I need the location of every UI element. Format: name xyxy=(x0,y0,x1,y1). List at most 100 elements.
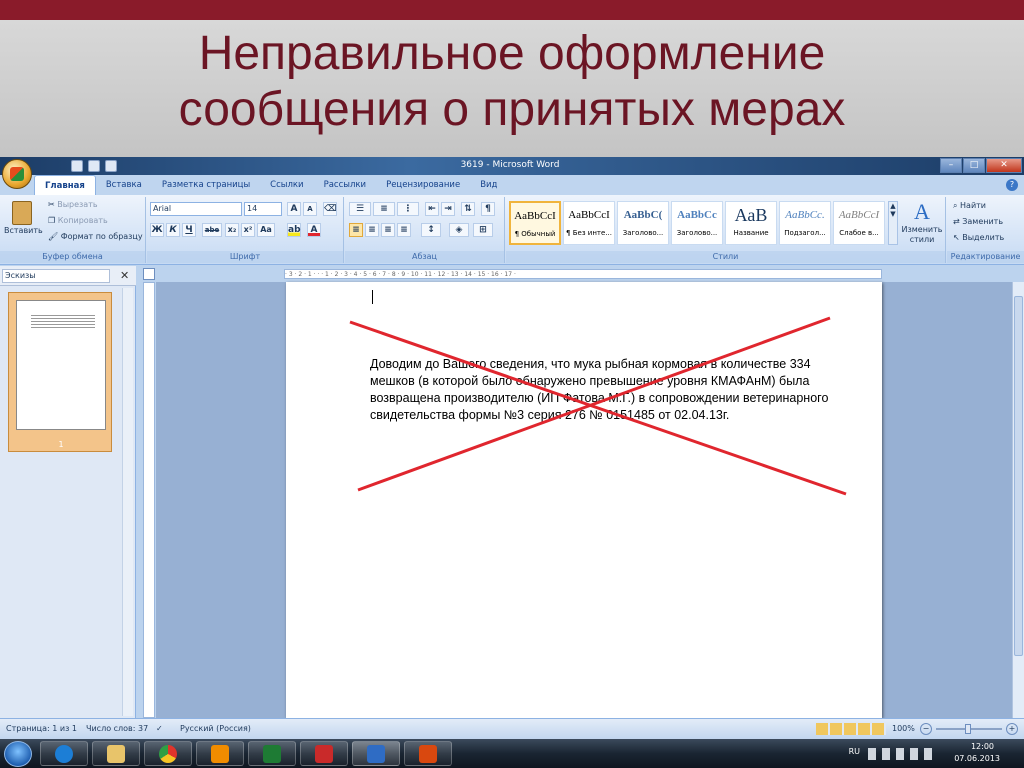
window-title: 3619 - Microsoft Word xyxy=(460,160,560,170)
media-player-icon xyxy=(211,744,229,763)
grow-font-icon[interactable]: A xyxy=(287,202,301,216)
zoom-level[interactable]: 100% xyxy=(892,719,915,739)
clear-format-icon[interactable]: ⌫ xyxy=(323,202,337,216)
tab-home[interactable]: Главная xyxy=(34,175,96,195)
select-button[interactable]: ↖ Выделить xyxy=(953,232,1004,244)
office-button[interactable] xyxy=(2,159,32,189)
zoom-out-icon[interactable]: − xyxy=(920,723,932,735)
thumbnails-scrollbar[interactable] xyxy=(122,288,133,716)
font-family-select[interactable]: Arial xyxy=(150,202,242,216)
underline-button[interactable]: Ч xyxy=(182,223,196,237)
start-button[interactable] xyxy=(4,741,32,767)
taskbar-excel[interactable] xyxy=(248,741,296,766)
increase-indent-icon[interactable]: ⇥ xyxy=(441,202,455,216)
align-left-icon[interactable]: ≡ xyxy=(349,223,363,237)
bold-button[interactable]: Ж xyxy=(150,223,164,237)
paste-button[interactable]: Вставить xyxy=(4,199,43,247)
decrease-indent-icon[interactable]: ⇤ xyxy=(425,202,439,216)
zoom-slider[interactable]: − + xyxy=(920,723,1020,735)
chrome-icon xyxy=(159,744,177,763)
align-right-icon[interactable]: ≡ xyxy=(381,223,395,237)
pane-view-select[interactable]: Эскизы xyxy=(2,269,110,283)
taskbar-ie[interactable] xyxy=(40,741,88,766)
style-heading-2[interactable]: AaBbCc Заголово... xyxy=(671,201,723,245)
taskbar-word[interactable] xyxy=(352,741,400,766)
save-icon[interactable] xyxy=(71,160,83,172)
close-button[interactable]: ✕ xyxy=(986,158,1022,173)
redo-icon[interactable] xyxy=(105,160,117,172)
style-subtle-emphasis[interactable]: AaBbCcI Слабое в... xyxy=(833,201,885,245)
style-title[interactable]: АаВ Название xyxy=(725,201,777,245)
tab-review[interactable]: Рецензирование xyxy=(376,175,470,195)
shrink-font-icon[interactable]: A xyxy=(303,202,317,216)
change-styles-button[interactable]: A Изменить стили xyxy=(900,199,944,249)
window-controls: – □ ✕ xyxy=(940,158,1022,173)
shading-icon[interactable]: ◈ xyxy=(449,223,469,237)
sort-icon[interactable]: ⇅ xyxy=(461,202,475,216)
vertical-scrollbar[interactable] xyxy=(1012,282,1024,718)
taskbar-media[interactable] xyxy=(196,741,244,766)
bullets-icon[interactable]: ☰ xyxy=(349,202,371,216)
copy-button[interactable]: ❐ Копировать xyxy=(48,215,108,227)
find-button[interactable]: ⌕ Найти xyxy=(953,200,986,212)
page-count[interactable]: Страница: 1 из 1 xyxy=(6,719,77,739)
close-pane-icon[interactable]: ✕ xyxy=(120,269,129,282)
zoom-thumb[interactable] xyxy=(965,724,971,734)
word-count[interactable]: Число слов: 37 xyxy=(86,719,148,739)
tab-view[interactable]: Вид xyxy=(470,175,507,195)
styles-scroll[interactable]: ▲ ▼ xyxy=(888,201,898,245)
justify-icon[interactable]: ≡ xyxy=(397,223,411,237)
style-subtitle[interactable]: AaBbCc. Подзагол... xyxy=(779,201,831,245)
highlight-icon[interactable]: ab xyxy=(287,223,301,237)
format-painter-button[interactable]: 🖌 Формат по образцу xyxy=(48,231,143,243)
show-marks-icon[interactable]: ¶ xyxy=(481,202,495,216)
language-indicator[interactable]: Русский (Россия) xyxy=(180,719,251,739)
minimize-button[interactable]: – xyxy=(940,158,962,173)
proofing-icon[interactable]: ✓ xyxy=(156,719,163,739)
tab-references[interactable]: Ссылки xyxy=(260,175,313,195)
view-buttons[interactable] xyxy=(816,723,886,735)
taskbar-powerpoint[interactable] xyxy=(404,741,452,766)
document-page[interactable]: Доводим до Вашего сведения, что мука рыб… xyxy=(286,282,882,718)
ruler-toggle-icon[interactable] xyxy=(143,268,155,280)
clock-date[interactable]: 07.06.2013 xyxy=(954,754,1000,763)
vertical-ruler[interactable] xyxy=(143,282,155,718)
borders-icon[interactable]: ⊞ xyxy=(473,223,493,237)
replace-button[interactable]: ⇄ Заменить xyxy=(953,216,1003,228)
subscript-button[interactable]: x₂ xyxy=(225,223,239,237)
undo-icon[interactable] xyxy=(88,160,100,172)
language-bar[interactable]: RU xyxy=(849,747,860,756)
style-no-spacing[interactable]: AaBbCcI ¶ Без инте... xyxy=(563,201,615,245)
tray-icons[interactable] xyxy=(868,748,938,760)
tab-insert[interactable]: Вставка xyxy=(96,175,152,195)
font-color-icon[interactable]: A xyxy=(307,223,321,237)
tab-page-layout[interactable]: Разметка страницы xyxy=(152,175,260,195)
multilevel-list-icon[interactable]: ⋮ xyxy=(397,202,419,216)
clock-time[interactable]: 12:00 xyxy=(971,742,994,751)
font-group: Arial 14 A A ⌫ Ж К Ч abe x₂ x² Aa ab A Ш… xyxy=(147,197,344,263)
horizontal-ruler[interactable]: · 3 · 2 · 1 · · · 1 · 2 · 3 · 4 · 5 · 6 … xyxy=(284,269,882,279)
tab-mailings[interactable]: Рассылки xyxy=(314,175,376,195)
change-case-button[interactable]: Aa xyxy=(257,223,275,237)
zoom-in-icon[interactable]: + xyxy=(1006,723,1018,735)
taskbar-app[interactable] xyxy=(300,741,348,766)
maximize-button[interactable]: □ xyxy=(963,158,985,173)
line-spacing-icon[interactable]: ↕ xyxy=(421,223,441,237)
brush-icon: 🖌 xyxy=(48,232,61,241)
strikethrough-button[interactable]: abe xyxy=(202,223,222,237)
slide-title-line2: сообщения о принятых мерах xyxy=(178,83,846,136)
italic-button[interactable]: К xyxy=(166,223,180,237)
taskbar-chrome[interactable] xyxy=(144,741,192,766)
scroll-thumb[interactable] xyxy=(1014,296,1023,656)
taskbar-explorer[interactable] xyxy=(92,741,140,766)
style-normal[interactable]: AaBbCcI ¶ Обычный xyxy=(509,201,561,245)
align-center-icon[interactable]: ≡ xyxy=(365,223,379,237)
ruler-row: · 3 · 2 · 1 · · · 1 · 2 · 3 · 4 · 5 · 6 … xyxy=(0,266,1024,282)
help-icon[interactable]: ? xyxy=(1006,179,1018,191)
cut-button[interactable]: ✂ Вырезать xyxy=(48,199,98,211)
numbering-icon[interactable]: ≡ xyxy=(373,202,395,216)
superscript-button[interactable]: x² xyxy=(241,223,255,237)
page-thumbnail[interactable]: 1 xyxy=(8,292,112,452)
style-heading-1[interactable]: AaBbC( Заголово... xyxy=(617,201,669,245)
font-size-select[interactable]: 14 xyxy=(244,202,282,216)
